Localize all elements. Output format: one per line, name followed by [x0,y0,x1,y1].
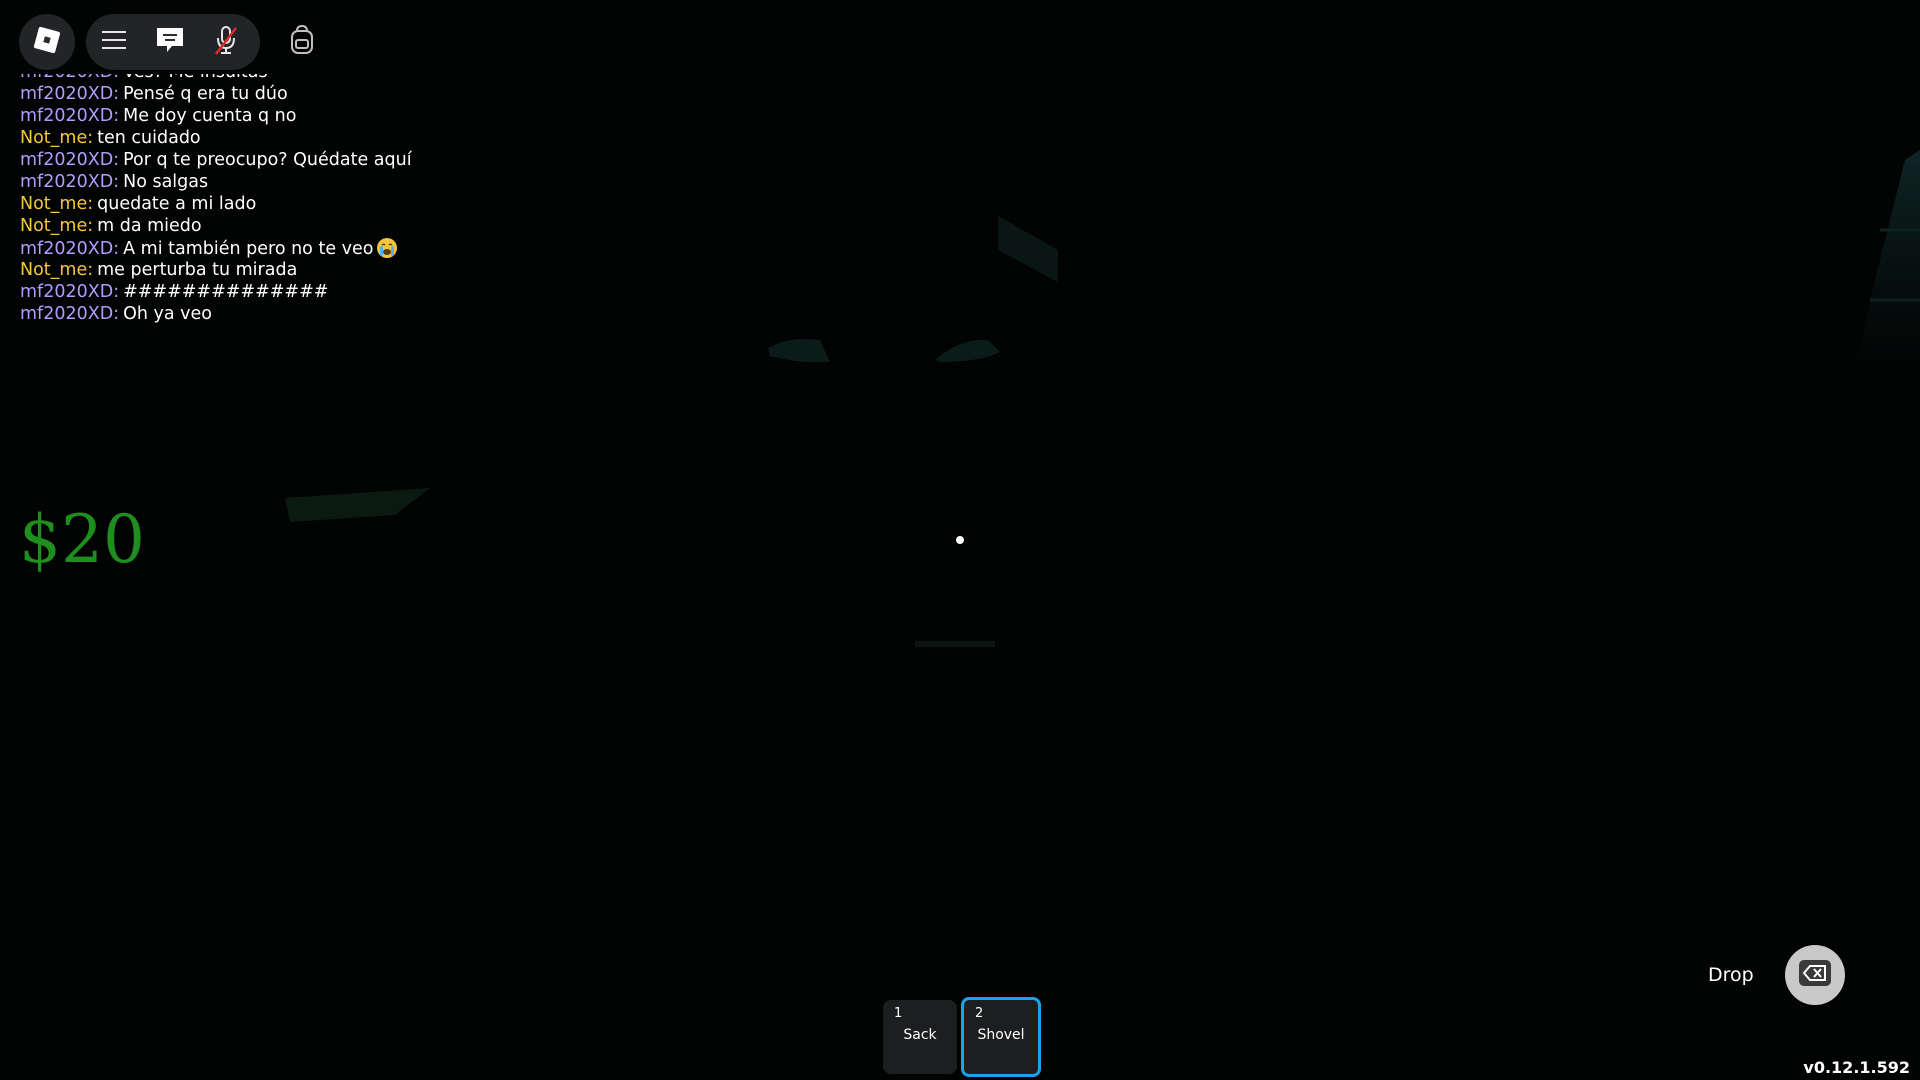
slot-label: Sack [903,1027,937,1043]
chat-text: ############## [123,282,329,302]
backspace-key-icon [1798,959,1832,991]
drop-label: Drop [1708,964,1754,986]
chat-message: mf2020XD: A mi también pero no te veo [20,237,412,259]
chat-text: No salgas [123,172,209,192]
chat-message: mf2020XD: No salgas [20,171,412,193]
microphone-muted-icon [212,24,240,60]
chat-username[interactable]: Not_me: [20,260,93,280]
slot-number: 2 [975,1006,984,1021]
chat-text: Por q te preocupo? Quédate aquí [123,150,412,170]
chat-text: Pensé q era tu dúo [123,84,288,104]
hotbar-slot-sack[interactable]: 1 Sack [883,1000,957,1074]
chat-username[interactable]: mf2020XD: [20,282,119,302]
version-label: v0.12.1.592 [1803,1058,1910,1077]
backpack-button[interactable] [274,14,330,70]
slot-label: Shovel [977,1027,1025,1043]
chat-text: Ves? Me insultas [123,74,268,82]
crosshair [956,536,964,544]
chat-messages: mf2020XD:Ves? Me insultasmf2020XD:Pensé … [20,74,412,325]
game-viewport[interactable]: mf2020XD:Ves? Me insultasmf2020XD:Pensé … [0,0,1920,1080]
chat-username[interactable]: Not_me: [20,128,93,148]
chat-username[interactable]: mf2020XD: [20,106,119,126]
hotbar-slot-shovel[interactable]: 2 Shovel [961,997,1041,1077]
chat-text: A mi también pero no te veo [123,239,374,259]
chat-username[interactable]: mf2020XD: [20,239,119,259]
chat-username[interactable]: Not_me: [20,194,93,214]
chat-text: Oh ya veo [123,304,213,324]
chat-text: m da miedo [97,216,202,236]
chat-text: me perturba tu mirada [97,260,298,280]
chat-username[interactable]: mf2020XD: [20,304,119,324]
chat-text: ten cuidado [97,128,201,148]
chat-message: Not_me: ten cuidado [20,127,412,149]
slot-number: 1 [894,1006,903,1021]
chat-message: mf2020XD: Por q te preocupo? Quédate aquí [20,149,412,171]
chat-username[interactable]: Not_me: [20,216,93,236]
chat-username[interactable]: mf2020XD: [20,84,119,104]
chat-toggle-button[interactable] [142,14,198,70]
hamburger-menu-icon [100,28,128,56]
money-counter: $20 [19,501,145,578]
crying-face-icon [376,237,398,259]
roblox-menu-button[interactable] [19,14,75,70]
chat-username[interactable]: mf2020XD: [20,74,119,82]
chat-message: Not_me: me perturba tu mirada [20,259,412,281]
drop-button[interactable] [1785,945,1845,1005]
chat-message: mf2020XD: Oh ya veo [20,303,412,325]
top-menu-group [86,14,260,70]
chat-message: Not_me: quedate a mi lado [20,193,412,215]
chat-username[interactable]: mf2020XD: [20,150,119,170]
chat-text: Me doy cuenta q no [123,106,297,126]
chat-message: Not_me: m da miedo [20,215,412,237]
hamburger-menu-button[interactable] [86,14,142,70]
microphone-toggle-button[interactable] [198,14,254,70]
backpack-icon [288,24,316,60]
chat-message: mf2020XD: Pensé q era tu dúo [20,83,412,105]
chat-bubble-icon [154,25,186,59]
chat-window: mf2020XD:Ves? Me insultasmf2020XD:Pensé … [20,74,460,344]
chat-username[interactable]: mf2020XD: [20,172,119,192]
chat-text: quedate a mi lado [97,194,257,214]
chat-message: mf2020XD: Me doy cuenta q no [20,105,412,127]
chat-message: mf2020XD: ############## [20,281,412,303]
chat-message: mf2020XD: Ves? Me insultas [20,74,412,83]
roblox-logo-icon [32,25,62,59]
